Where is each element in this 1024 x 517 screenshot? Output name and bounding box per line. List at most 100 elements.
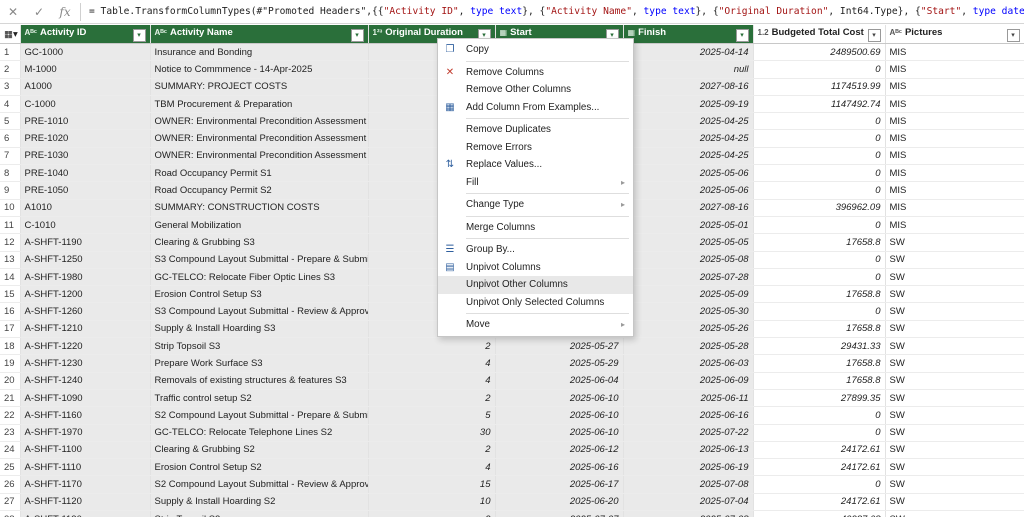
row-number[interactable]: 17	[0, 320, 21, 339]
table-row[interactable]: 22 A-SHFT-1160 S2 Compound Layout Submitta…	[0, 406, 1024, 425]
cell-finish[interactable]: 2025-06-13	[623, 441, 754, 460]
cell-pic[interactable]: MIS	[885, 147, 1024, 166]
cell-name[interactable]: Traffic control setup S2	[150, 389, 369, 408]
cell-name[interactable]: Supply & Install Hoarding S3	[150, 320, 369, 339]
table-row[interactable]: 21 A-SHFT-1090 Traffic control setup S2 2 20…	[0, 389, 1024, 408]
cell-cost[interactable]: 0	[753, 302, 886, 321]
cell-cost[interactable]: 0	[753, 164, 886, 183]
filter-dropdown-icon[interactable]: ▾	[132, 28, 146, 42]
type-finish-icon[interactable]: ▦	[628, 28, 636, 37]
cell-pic[interactable]: SW	[885, 233, 1024, 252]
cell-finish[interactable]: 2025-07-08	[623, 475, 754, 494]
cell-cost[interactable]: 24172.61	[753, 441, 886, 460]
cell-pic[interactable]: MIS	[885, 112, 1024, 131]
cell-pic[interactable]: SW	[885, 268, 1024, 287]
cell-id[interactable]: A-SHFT-1970	[20, 424, 151, 442]
cell-name[interactable]: OWNER: Environmental Precondition Assess…	[150, 112, 369, 131]
row-number[interactable]: 3	[0, 78, 21, 96]
row-number[interactable]: 12	[0, 233, 21, 252]
formula-input[interactable]: = Table.TransformColumnTypes(#"Promoted …	[83, 6, 1024, 17]
cell-dur[interactable]: 2	[368, 510, 496, 517]
cell-name[interactable]: OWNER: Environmental Precondition Assess…	[150, 129, 369, 148]
cell-cost[interactable]: 0	[753, 475, 886, 494]
cell-pic[interactable]: MIS	[885, 216, 1024, 235]
cell-id[interactable]: A-SHFT-1110	[20, 458, 151, 477]
cell-cost[interactable]: 0	[753, 216, 886, 235]
cell-finish[interactable]: 2025-06-09	[623, 372, 754, 390]
row-number[interactable]: 15	[0, 285, 21, 304]
cell-id[interactable]: A-SHFT-1130	[20, 510, 151, 517]
cell-start[interactable]: 2025-06-04	[495, 372, 624, 390]
row-number[interactable]: 11	[0, 216, 21, 235]
type-name-icon[interactable]: Aᴮᶜ	[155, 28, 167, 37]
cell-dur[interactable]: 4	[368, 354, 496, 373]
cell-cost[interactable]: 27899.35	[753, 389, 886, 408]
cell-start[interactable]: 2025-05-27	[495, 337, 624, 356]
table-row[interactable]: 23 A-SHFT-1970 GC-TELCO: Relocate Telephon…	[0, 424, 1024, 442]
cell-name[interactable]: Road Occupancy Permit S1	[150, 164, 369, 183]
cell-finish[interactable]: 2025-05-05	[623, 233, 754, 252]
type-start-icon[interactable]: ▦	[500, 28, 508, 37]
row-number[interactable]: 27	[0, 493, 21, 512]
cell-dur[interactable]: 10	[368, 493, 496, 512]
cell-id[interactable]: A1000	[20, 78, 151, 96]
cell-finish[interactable]: 2025-06-16	[623, 406, 754, 425]
row-number[interactable]: 5	[0, 112, 21, 131]
cell-id[interactable]: A1010	[20, 199, 151, 217]
cell-finish[interactable]: 2025-05-30	[623, 302, 754, 321]
cell-cost[interactable]: 17658.8	[753, 372, 886, 390]
cell-start[interactable]: 2025-07-07	[495, 510, 624, 517]
cell-cost[interactable]: 0	[753, 424, 886, 442]
filter-dropdown-icon[interactable]: ▾	[735, 28, 749, 42]
menu-item-fill[interactable]: Fill ▸	[438, 174, 633, 192]
cell-id[interactable]: A-SHFT-1980	[20, 268, 151, 287]
column-header-id[interactable]: ▾ Aᴮᶜ Activity ID	[20, 25, 151, 44]
cell-id[interactable]: A-SHFT-1220	[20, 337, 151, 356]
row-number[interactable]: 1	[0, 43, 21, 62]
row-number[interactable]: 14	[0, 268, 21, 287]
cell-id[interactable]: PRE-1050	[20, 181, 151, 200]
cell-name[interactable]: S2 Compound Layout Submittal - Prepare &…	[150, 406, 369, 425]
cell-cost[interactable]: 0	[753, 251, 886, 269]
cell-pic[interactable]: SW	[885, 406, 1024, 425]
menu-item-remove-other-columns[interactable]: Remove Other Columns	[438, 81, 633, 99]
cell-name[interactable]: Road Occupancy Permit S2	[150, 181, 369, 200]
cell-id[interactable]: A-SHFT-1190	[20, 233, 151, 252]
cell-id[interactable]: PRE-1030	[20, 147, 151, 166]
cell-id[interactable]: C-1000	[20, 95, 151, 114]
cell-pic[interactable]: SW	[885, 285, 1024, 304]
cell-finish[interactable]: 2025-05-08	[623, 251, 754, 269]
type-cost-icon[interactable]: 1.2	[758, 28, 769, 37]
cell-start[interactable]: 2025-06-20	[495, 493, 624, 512]
cell-id[interactable]: PRE-1020	[20, 129, 151, 148]
cell-name[interactable]: SUMMARY: CONSTRUCTION COSTS	[150, 199, 369, 217]
cell-name[interactable]: Supply & Install Hoarding S2	[150, 493, 369, 512]
cell-finish[interactable]: 2027-08-16	[623, 78, 754, 96]
cell-finish[interactable]: 2025-05-01	[623, 216, 754, 235]
cell-finish[interactable]: 2025-05-09	[623, 285, 754, 304]
cell-dur[interactable]: 2	[368, 337, 496, 356]
cell-pic[interactable]: MIS	[885, 199, 1024, 217]
cell-cost[interactable]: 2489500.69	[753, 43, 886, 62]
cell-finish[interactable]: 2025-05-26	[623, 320, 754, 339]
row-number[interactable]: 26	[0, 475, 21, 494]
cell-id[interactable]: A-SHFT-1240	[20, 372, 151, 390]
cell-pic[interactable]: MIS	[885, 164, 1024, 183]
cell-id[interactable]: A-SHFT-1160	[20, 406, 151, 425]
cell-cost[interactable]: 396962.09	[753, 199, 886, 217]
cell-finish[interactable]: 2025-04-25	[623, 112, 754, 131]
type-pic-icon[interactable]: Aᴮᶜ	[890, 28, 902, 37]
cell-name[interactable]: Insurance and Bonding	[150, 43, 369, 62]
cell-finish[interactable]: 2025-04-25	[623, 147, 754, 166]
cell-name[interactable]: S3 Compound Layout Submittal - Prepare &…	[150, 251, 369, 269]
cell-cost[interactable]: 0	[753, 268, 886, 287]
column-header-cost[interactable]: ▾ 1.2 Budgeted Total Cost	[753, 25, 886, 44]
row-number[interactable]: 7	[0, 147, 21, 166]
cell-finish[interactable]: 2025-06-19	[623, 458, 754, 477]
cell-cost[interactable]: 17658.8	[753, 320, 886, 339]
cell-finish[interactable]: 2025-04-14	[623, 43, 754, 62]
cell-dur[interactable]: 2	[368, 441, 496, 460]
cell-name[interactable]: GC-TELCO: Relocate Fiber Optic Lines S3	[150, 268, 369, 287]
row-number[interactable]: 16	[0, 302, 21, 321]
cell-id[interactable]: PRE-1040	[20, 164, 151, 183]
